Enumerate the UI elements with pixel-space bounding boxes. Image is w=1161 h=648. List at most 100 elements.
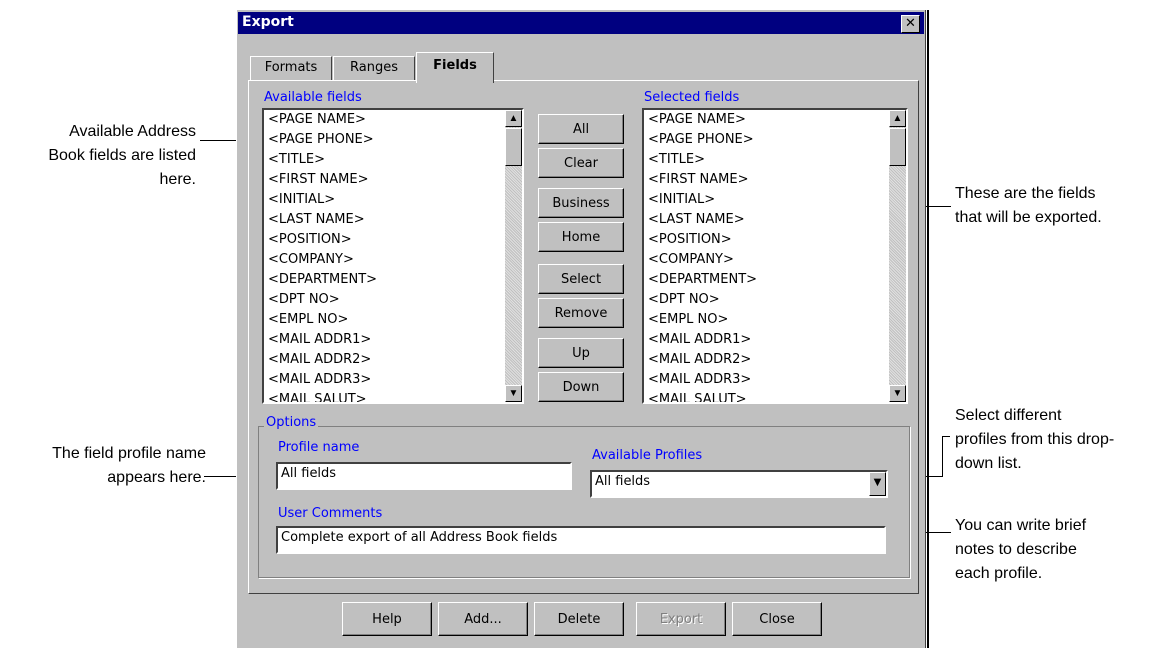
scroll-thumb[interactable] xyxy=(889,128,906,166)
list-item[interactable]: <DPT NO> xyxy=(268,290,377,310)
scroll-thumb[interactable] xyxy=(505,128,522,166)
list-item[interactable]: <POSITION> xyxy=(268,230,377,250)
tab-fields[interactable]: Fields xyxy=(416,52,494,83)
list-item[interactable]: <MAIL ADDR3> xyxy=(648,370,757,390)
button-label: Business xyxy=(552,195,610,211)
annotation-line: The field profile name xyxy=(52,445,206,462)
list-item[interactable]: <COMPANY> xyxy=(648,250,757,270)
annotation-line: here. xyxy=(159,171,196,188)
select-button[interactable]: Select xyxy=(538,264,624,294)
annotation-available-fields: Available Address Book fields are listed… xyxy=(0,120,196,192)
selected-fields-list[interactable]: <PAGE NAME> <PAGE PHONE> <TITLE> <FIRST … xyxy=(642,108,908,404)
close-dialog-button[interactable]: Close xyxy=(732,602,822,636)
available-fields-list[interactable]: <PAGE NAME> <PAGE PHONE> <TITLE> <FIRST … xyxy=(262,108,524,404)
scroll-up-button[interactable]: ▲ xyxy=(889,110,906,127)
list-item[interactable]: <FIRST NAME> xyxy=(648,170,757,190)
annotation-line: notes to describe xyxy=(955,541,1077,558)
profile-name-label: Profile name xyxy=(278,440,360,455)
button-label: Select xyxy=(560,271,602,287)
annotation-line: These are the fields xyxy=(955,185,1096,202)
arrow-down-icon: ▼ xyxy=(892,388,903,399)
list-item[interactable]: <MAIL ADDR2> xyxy=(268,350,377,370)
annotation-line: each profile. xyxy=(955,565,1043,582)
list-item[interactable]: <PAGE PHONE> xyxy=(648,130,757,150)
tab-label: Formats xyxy=(264,60,318,75)
list-item[interactable]: <LAST NAME> xyxy=(648,210,757,230)
scroll-down-button[interactable]: ▼ xyxy=(889,385,906,402)
dropdown-button[interactable]: ▼ xyxy=(869,472,886,496)
close-icon: ✕ xyxy=(905,16,916,31)
profile-name-input[interactable]: All fields xyxy=(276,462,572,490)
tab-formats[interactable]: Formats xyxy=(250,56,332,81)
button-label: Remove xyxy=(554,305,608,321)
button-label: Clear xyxy=(564,155,598,171)
list-item[interactable]: <POSITION> xyxy=(648,230,757,250)
annotation-line: Available Address xyxy=(69,123,196,140)
add-button[interactable]: Add... xyxy=(438,602,528,636)
list-item[interactable]: <DEPARTMENT> xyxy=(268,270,377,290)
list-item[interactable]: <MAIL ADDR1> xyxy=(268,330,377,350)
user-comments-input[interactable]: Complete export of all Address Book fiel… xyxy=(276,526,886,554)
scrollbar[interactable]: ▲ ▼ xyxy=(505,110,522,402)
list-item[interactable]: <EMPL NO> xyxy=(268,310,377,330)
clear-button[interactable]: Clear xyxy=(538,148,624,178)
scroll-up-button[interactable]: ▲ xyxy=(505,110,522,127)
list-item[interactable]: <PAGE NAME> xyxy=(648,110,757,130)
available-profiles-dropdown[interactable]: All fields ▼ xyxy=(590,470,888,498)
export-dialog: Export ✕ Formats Ranges Fields Available… xyxy=(236,10,929,648)
button-label: Down xyxy=(562,379,600,395)
button-label: Add... xyxy=(464,611,502,627)
close-button[interactable]: ✕ xyxy=(901,15,920,33)
list-item[interactable]: <PAGE PHONE> xyxy=(268,130,377,150)
dropdown-value: All fields xyxy=(595,474,651,489)
list-item[interactable]: <DPT NO> xyxy=(648,290,757,310)
list-item[interactable]: <MAIL SALUT> xyxy=(648,390,757,402)
list-item[interactable]: <MAIL ADDR1> xyxy=(648,330,757,350)
annotation-leader xyxy=(942,436,943,476)
list-item[interactable]: <FIRST NAME> xyxy=(268,170,377,190)
annotation-profiles: Select different profiles from this drop… xyxy=(955,404,1161,476)
button-label: Help xyxy=(372,611,402,627)
list-item[interactable]: <MAIL SALUT> xyxy=(268,390,377,402)
annotation-line: that will be exported. xyxy=(955,209,1102,226)
dialog-title: Export xyxy=(242,14,294,30)
list-item[interactable]: <TITLE> xyxy=(268,150,377,170)
list-item[interactable]: <MAIL ADDR2> xyxy=(648,350,757,370)
annotation-line: appears here. xyxy=(107,469,206,486)
list-item[interactable]: <EMPL NO> xyxy=(648,310,757,330)
annotation-profile-name: The field profile name appears here. xyxy=(0,442,206,490)
down-button[interactable]: Down xyxy=(538,372,624,402)
scrollbar[interactable]: ▲ ▼ xyxy=(889,110,906,402)
all-button[interactable]: All xyxy=(538,114,624,144)
list-item[interactable]: <LAST NAME> xyxy=(268,210,377,230)
home-button[interactable]: Home xyxy=(538,222,624,252)
list-item[interactable]: <TITLE> xyxy=(648,150,757,170)
list-item[interactable]: <MAIL ADDR3> xyxy=(268,370,377,390)
delete-button[interactable]: Delete xyxy=(534,602,624,636)
list-item[interactable]: <INITIAL> xyxy=(268,190,377,210)
remove-button[interactable]: Remove xyxy=(538,298,624,328)
button-label: All xyxy=(572,121,590,137)
export-button[interactable]: Export xyxy=(636,602,726,636)
button-label: Export xyxy=(659,611,703,627)
list-item[interactable]: <PAGE NAME> xyxy=(268,110,377,130)
list-item[interactable]: <COMPANY> xyxy=(268,250,377,270)
chevron-down-icon: ▼ xyxy=(873,477,882,488)
list-item[interactable]: <INITIAL> xyxy=(648,190,757,210)
available-fields-label: Available fields xyxy=(264,90,362,105)
list-item[interactable]: <DEPARTMENT> xyxy=(648,270,757,290)
business-button[interactable]: Business xyxy=(538,188,624,218)
title-bar[interactable]: Export ✕ xyxy=(238,12,924,34)
arrow-down-icon: ▼ xyxy=(508,388,519,399)
tab-ranges[interactable]: Ranges xyxy=(333,56,415,81)
tab-label: Ranges xyxy=(350,60,398,75)
button-label: Delete xyxy=(557,611,601,627)
options-group-title: Options xyxy=(264,415,319,430)
user-comments-label: User Comments xyxy=(278,506,383,521)
annotation-comments: You can write brief notes to describe ea… xyxy=(955,514,1155,586)
help-button[interactable]: Help xyxy=(342,602,432,636)
up-button[interactable]: Up xyxy=(538,338,624,368)
arrow-up-icon: ▲ xyxy=(892,113,903,124)
scroll-down-button[interactable]: ▼ xyxy=(505,385,522,402)
annotation-line: down list. xyxy=(955,455,1022,472)
